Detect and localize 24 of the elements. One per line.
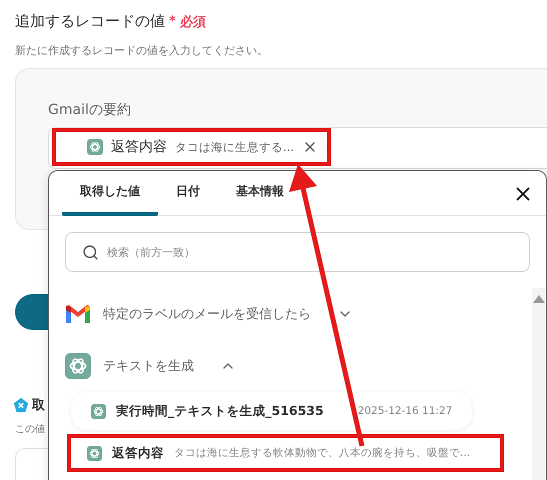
chip-preview: タコは海に生息する...: [175, 140, 294, 154]
field-label: Gmailの要約: [48, 101, 132, 119]
item-value: 2025-12-16 11:27: [358, 405, 452, 417]
required-label: 必須: [180, 14, 206, 30]
value-item[interactable]: 返答内容 タコは海に生息する軟体動物で、八本の腕を持ち、吸盤で...: [67, 434, 504, 472]
group-header[interactable]: テキストを生成: [65, 340, 532, 392]
tab[interactable]: 取得した値: [62, 171, 158, 216]
item-name: 実行時間_テキストを生成_516535: [116, 402, 324, 420]
required-asterisk: *: [169, 14, 176, 29]
section-description: この値: [15, 423, 46, 436]
group-title: テキストを生成: [103, 358, 194, 375]
item-value: タコは海に生息する軟体動物で、八本の腕を持ち、吸盤で...: [174, 446, 470, 460]
search-field[interactable]: 検索（前方一致）: [65, 232, 530, 272]
value-chip[interactable]: 返答内容 タコは海に生息する...: [59, 133, 324, 161]
tab[interactable]: 基本情報: [218, 171, 302, 216]
item-name: 返答内容: [112, 444, 164, 462]
group-header[interactable]: 特定のラベルのメールを受信したら: [65, 288, 532, 340]
tab[interactable]: 日付: [158, 171, 218, 216]
chip-name: 返答内容: [111, 138, 167, 156]
input-field[interactable]: 返答内容 タコは海に生息する...: [48, 127, 547, 169]
group-title: 特定のラベルのメールを受信したら: [103, 306, 311, 323]
section-title: 取: [32, 397, 45, 414]
field-title: 追加するレコードの値: [15, 12, 165, 31]
field-description: 新たに作成するレコードの値を入力してください。: [15, 43, 269, 58]
